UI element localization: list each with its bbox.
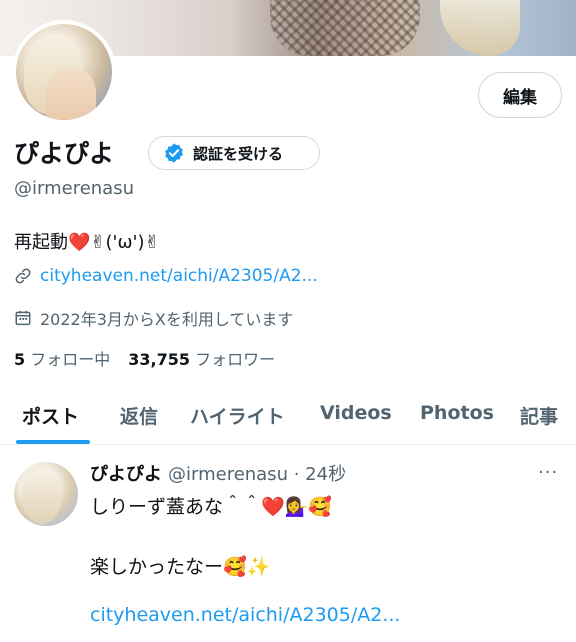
tab-highlights[interactable]: ハイライト — [190, 402, 285, 429]
tweet-text-line: しりーず蓋あな＾＾❤️💁‍♀️🥰 — [90, 496, 332, 518]
profile-handle: @irmerenasu — [14, 178, 134, 199]
joined-date: 2022年3月からXを利用しています — [40, 310, 294, 329]
get-verified-label: 認証を受ける — [193, 144, 284, 163]
get-verified-button[interactable]: 認証を受ける — [148, 136, 320, 170]
banner-hair-image — [440, 0, 520, 56]
tweet-author-name[interactable]: ぴよぴよ — [90, 460, 162, 486]
follow-stats: 5 フォロー中 33,755 フォロワー — [14, 346, 275, 370]
edit-profile-button[interactable]: 編集 — [478, 72, 562, 118]
tab-posts[interactable]: ポスト — [22, 402, 79, 429]
verified-badge-icon — [165, 143, 183, 163]
profile-avatar[interactable] — [12, 20, 116, 124]
tweet-handle-time[interactable]: @irmerenasu · 24秒 — [168, 460, 346, 486]
followers-stat[interactable]: 33,755 フォロワー — [128, 346, 275, 370]
profile-tabs: ポスト 返信 ハイライト Videos Photos 記事 — [0, 386, 576, 445]
following-stat[interactable]: 5 フォロー中 — [14, 346, 110, 370]
avatar-body — [46, 69, 96, 120]
profile-link[interactable]: cityheaven.net/aichi/A2305/A2... — [40, 266, 318, 286]
tab-videos[interactable]: Videos — [320, 402, 392, 424]
following-count: 5 — [14, 350, 26, 369]
tweet-link[interactable]: cityheaven.net/aichi/A2305/A2... — [90, 604, 400, 626]
followers-label: フォロワー — [195, 350, 276, 369]
more-options-icon[interactable]: ··· — [538, 462, 558, 483]
calendar-icon — [15, 310, 31, 326]
tweet-text-line: 楽しかったなー🥰✨ — [90, 556, 271, 578]
tab-replies[interactable]: 返信 — [120, 402, 158, 429]
tab-articles[interactable]: 記事 — [520, 402, 558, 429]
tab-photos[interactable]: Photos — [420, 402, 494, 424]
profile-bio: 再起動❤️✌︎('ω')✌︎ — [14, 232, 160, 253]
profile-name: ぴよぴよ — [14, 139, 115, 168]
tweet-avatar-hair — [22, 468, 62, 524]
banner-lace-image — [270, 0, 420, 56]
tweet-avatar[interactable] — [14, 462, 78, 526]
tweet-header: ぴよぴよ @irmerenasu · 24秒 — [90, 460, 346, 486]
profile-link-row: cityheaven.net/aichi/A2305/A2... — [14, 266, 318, 286]
followers-count: 33,755 — [128, 350, 190, 369]
active-tab-indicator — [16, 440, 90, 444]
joined-date-row: 2022年3月からXを利用しています — [14, 306, 293, 330]
link-icon — [15, 268, 31, 284]
following-label: フォロー中 — [30, 350, 111, 369]
